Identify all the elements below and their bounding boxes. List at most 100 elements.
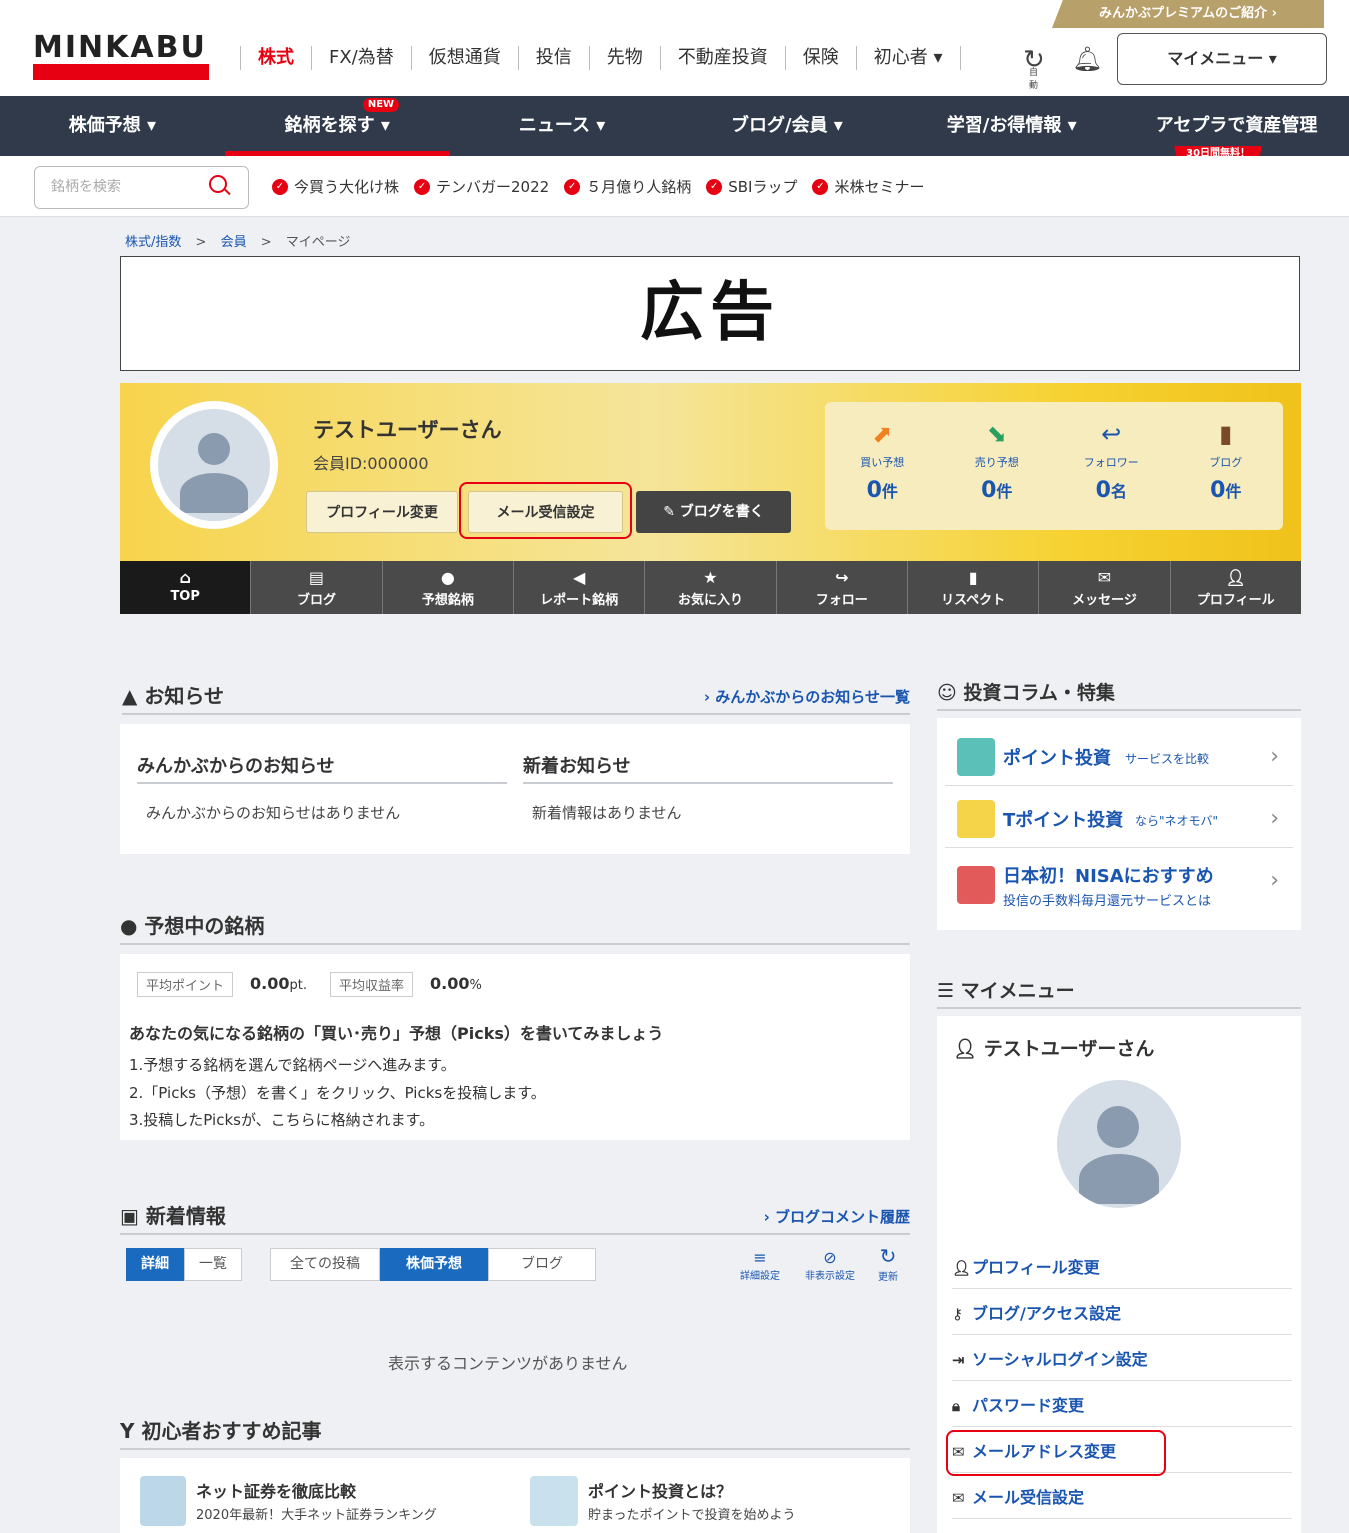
refresh-icon[interactable]: ↻ 自動 (1023, 45, 1045, 91)
seg-blog[interactable]: ブログ (488, 1248, 596, 1281)
share-icon: ↪ (835, 568, 849, 587)
doc-icon: ▤ (308, 568, 325, 587)
avg-return-label: 平均収益率 (330, 972, 414, 997)
quick-link[interactable]: ✓ 米株セミナー (812, 176, 924, 197)
breadcrumb-member[interactable]: 会員 (221, 235, 247, 250)
bell-icon[interactable]: 🔔︎ (1072, 45, 1102, 73)
ad-banner[interactable]: 広告 (120, 256, 1300, 371)
tab-profile[interactable]: 👤︎ プロフィール (1169, 561, 1301, 614)
top-nav-funds[interactable]: 投信 (517, 46, 589, 70)
book-icon: ▮ (1219, 420, 1233, 448)
top-nav-futures[interactable]: 先物 (588, 46, 660, 70)
my-menu-button[interactable]: マイメニュー ▾ (1117, 33, 1327, 85)
breadcrumb-current: マイページ (285, 235, 351, 250)
column-header: ☺ 投資コラム・特集 (937, 678, 1301, 711)
main-nav-learn[interactable]: 学習/お得情報 ▾ (899, 96, 1124, 156)
my-menu-password[interactable]: 🔒︎ パスワード変更 (952, 1392, 1292, 1427)
notice-col1-text: みんかぶからのお知らせはありません (146, 804, 401, 822)
stat-sell[interactable]: ⬊ 売り予想 0件 (940, 402, 1055, 530)
chevron-right-icon: › (1270, 868, 1279, 893)
top-nav-realestate[interactable]: 不動産投資 (659, 46, 785, 70)
quick-link[interactable]: ✓ ５月億り人銘柄 (564, 176, 691, 197)
my-menu-header: ☰ マイメニュー (937, 976, 1301, 1009)
my-menu-user: 👤︎ テストユーザーさん (953, 1038, 1155, 1060)
tab-top[interactable]: ⌂ TOP (120, 561, 251, 614)
my-menu-mail-settings[interactable]: ✉ メール受信設定 (952, 1484, 1292, 1519)
write-blog-button[interactable]: ✎ ブログを書く (636, 491, 791, 533)
top-nav-insurance[interactable]: 保険 (784, 46, 856, 70)
eye-off-icon: ⊘ (823, 1248, 837, 1267)
main-nav-forecast[interactable]: 株価予想 ▾ (0, 96, 225, 156)
logo-bar (33, 64, 209, 80)
tab-report[interactable]: ◀ レポート銘柄 (512, 561, 644, 614)
top-nav-stocks[interactable]: 株式 (240, 46, 311, 70)
column-item-icon (957, 738, 995, 776)
main-nav-blog-member[interactable]: ブログ/会員 ▾ (674, 96, 899, 156)
follower-icon: ↩ (1101, 420, 1122, 448)
breadcrumb: 株式/指数 > 会員 > マイページ (125, 235, 351, 250)
profile-edit-button[interactable]: プロフィール変更 (306, 491, 458, 533)
avatar (1057, 1080, 1181, 1208)
main-nav-asset[interactable]: アセプラで資産管理 30日間無料！ (1124, 96, 1349, 162)
main-nav-news[interactable]: ニュース ▾ (450, 96, 675, 156)
logo[interactable]: MINKABU (33, 30, 207, 65)
notice-list-link[interactable]: › みんかぶからのお知らせ一覧 (704, 686, 910, 707)
my-menu-blog-access[interactable]: ⚷ ブログ/アクセス設定 (952, 1300, 1292, 1335)
notice-header: ▲ お知らせ › みんかぶからのお知らせ一覧 (122, 680, 910, 715)
beginner-item-title[interactable]: ポイント投資とは？ (588, 1478, 732, 1502)
seg-all-posts[interactable]: 全ての投稿 (270, 1248, 380, 1281)
top-nav-beginner[interactable]: 初心者 ▾ (855, 46, 960, 70)
refresh-label: 自動 (1029, 68, 1039, 91)
stat-buy[interactable]: ⬈ 買い予想 0件 (825, 402, 940, 530)
tab-respect[interactable]: ▮ リスペクト (906, 561, 1038, 614)
quick-link[interactable]: ✓ SBIラップ (706, 176, 797, 197)
seg-list[interactable]: 一覧 (184, 1248, 242, 1281)
premium-banner[interactable]: みんかぶプレミアムのご紹介 › (1052, 0, 1324, 28)
quick-link[interactable]: ✓ 今買う大化け株 (272, 176, 399, 197)
tab-message[interactable]: ✉ メッセージ (1038, 561, 1169, 614)
blog-comment-history-link[interactable]: › ブログコメント履歴 (764, 1206, 910, 1227)
top-nav-crypto[interactable]: 仮想通貨 (410, 46, 518, 70)
check-icon: ✓ (812, 178, 829, 195)
picks-card: 平均ポイント 0.00pt. 平均収益率 0.00% あなたの気になる銘柄の「買… (120, 954, 910, 1140)
seg-forecast[interactable]: 株価予想 (380, 1248, 488, 1281)
check-icon: ✓ (272, 178, 288, 195)
member-id: 会員ID:000000 (313, 454, 429, 473)
tool-detail-settings[interactable]: ≡ 詳細設定 (735, 1248, 785, 1282)
bell-icon: ▲ (122, 684, 138, 708)
buy-forecast-icon: ⬈ (872, 420, 893, 448)
column-item[interactable]: 日本初！NISAにおすすめ 投信の手数料毎月還元サービスとは › (945, 850, 1293, 920)
new-badge: NEW (362, 98, 400, 112)
top-nav-fx[interactable]: FX/為替 (311, 46, 411, 70)
tab-forecast[interactable]: ● 予想銘柄 (381, 561, 513, 614)
quick-link[interactable]: ✓ テンバガー2022 (414, 176, 549, 197)
column-icon: ☺ (937, 682, 957, 704)
avg-point: 0.00pt. (250, 974, 307, 993)
avatar (150, 401, 278, 529)
home-icon: ⌂ (179, 568, 191, 587)
stat-blog[interactable]: ▮ ブログ 0件 (1169, 402, 1284, 530)
my-menu-profile-edit[interactable]: 👤︎プロフィール変更 (952, 1254, 1292, 1289)
check-icon: ✓ (706, 178, 723, 195)
profile-card: テストユーザーさん 会員ID:000000 プロフィール変更 メール受信設定 ✎… (120, 383, 1301, 561)
breadcrumb-stocks[interactable]: 株式/指数 (125, 235, 181, 250)
picks-step3: 3.投稿したPicksが、こちらに格納されます。 (129, 1111, 435, 1129)
tab-blog[interactable]: ▤ ブログ (250, 561, 381, 614)
highlight-box (946, 1430, 1166, 1476)
tab-follow[interactable]: ↪ フォロー (775, 561, 907, 614)
search-icon[interactable] (209, 175, 227, 193)
cubes-icon (140, 1476, 186, 1526)
main-nav-find-stocks[interactable]: 銘柄を探す ▾ NEW (224, 96, 450, 156)
column-item[interactable]: Tポイント投資 なら"ネオモバ" › (945, 788, 1293, 848)
column-item[interactable]: ポイント投資 サービスを比較 › (945, 726, 1293, 786)
seg-detail[interactable]: 詳細 (126, 1248, 184, 1281)
chat-icon: ● (440, 568, 455, 587)
beginner-item-sub: 貯まったポイントで投資を始めよう (588, 1508, 796, 1523)
tool-refresh[interactable]: ↻ 更新 (870, 1244, 906, 1283)
stat-follower[interactable]: ↩ フォロワー 0名 (1054, 402, 1169, 530)
my-menu-social-login[interactable]: ⇥ ソーシャルログイン設定 (952, 1346, 1292, 1381)
column-item-icon (957, 866, 995, 904)
beginner-item-title[interactable]: ネット証券を徹底比較 (196, 1478, 356, 1502)
tab-favorite[interactable]: ★ お気に入り (644, 561, 775, 614)
tool-hide-settings[interactable]: ⊘ 非表示設定 (798, 1248, 862, 1282)
